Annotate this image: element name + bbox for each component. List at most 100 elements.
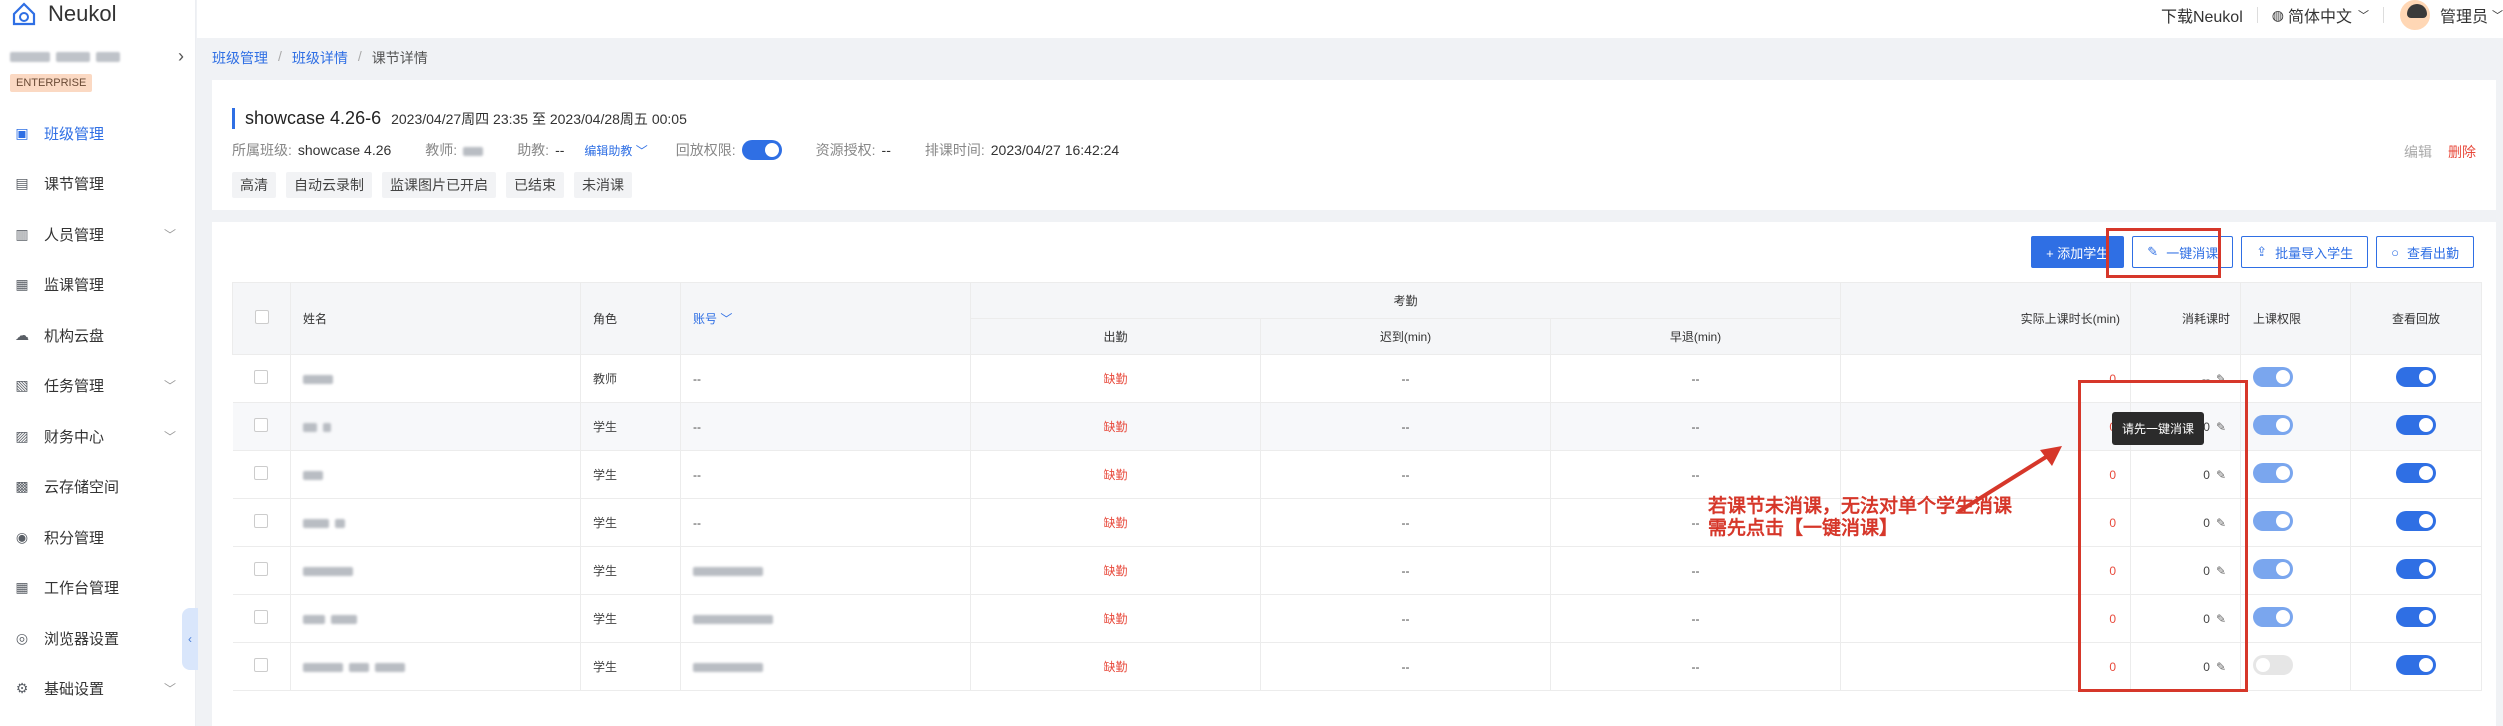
sidebar-item[interactable]: ▣ 班级管理 — [0, 108, 196, 159]
select-all-checkbox[interactable] — [254, 310, 269, 324]
role: 教师 — [593, 372, 618, 386]
sidebar-item[interactable]: ▥ 人员管理 ﹀ — [0, 209, 196, 260]
storage-icon: ▩ — [15, 478, 29, 495]
row-checkbox[interactable] — [254, 658, 269, 672]
role: 学生 — [593, 516, 618, 530]
name-redacted — [303, 566, 353, 576]
sidebar-item[interactable]: ▧ 任务管理 ﹀ — [0, 361, 196, 412]
breadcrumb-current: 课节详情 — [371, 50, 428, 66]
schedule-value: 2023/04/27 16:42:24 — [990, 142, 1120, 158]
chevron-down-icon: ﹀ — [163, 682, 176, 697]
chevron-down-icon: ﹀ — [163, 227, 176, 242]
late-min: -- — [1401, 515, 1410, 530]
early-min: -- — [1691, 515, 1700, 530]
account: -- — [693, 371, 701, 386]
view-playback-toggle[interactable] — [2396, 655, 2436, 675]
class-permission-toggle[interactable] — [2253, 367, 2293, 387]
cloud-icon: ☁ — [15, 326, 29, 343]
col-view-playback: 查看回放 — [2350, 282, 2482, 355]
breadcrumb-class-management[interactable]: 班级管理 — [212, 48, 268, 68]
language-select[interactable]: 简体中文 — [2288, 3, 2352, 27]
batch-import-button[interactable]: ⇪ 批量导入学生 — [2241, 236, 2369, 268]
late-min: -- — [1401, 467, 1410, 482]
sidebar: Neukol › ENTERPRISE ▣ 班级管理 ▤ 课节管理 ▥ 人员管理 ﹀ ▦ 监课管… — [0, 0, 198, 726]
account-redacted — [693, 614, 773, 624]
row-checkbox[interactable] — [254, 610, 269, 624]
sidebar-item[interactable]: ▤ 课节管理 — [0, 159, 196, 210]
class-permission-toggle[interactable] — [2253, 463, 2293, 483]
schedule-label: 排课时间: — [924, 142, 985, 158]
select-all-header — [232, 282, 291, 355]
lesson-time: 2023/04/27周四 23:35 至 2023/04/28周五 00:05 — [391, 111, 687, 127]
task-icon: ▧ — [15, 377, 29, 394]
sidebar-item[interactable]: ☁ 机构云盘 — [0, 310, 196, 361]
account: -- — [693, 515, 701, 530]
role: 学生 — [593, 612, 618, 626]
role: 学生 — [593, 564, 618, 578]
attend-status: 缺勤 — [1103, 612, 1128, 626]
sidebar-item-label: 机构云盘 — [44, 327, 105, 345]
lesson-title: showcase 4.26-6 — [245, 108, 382, 128]
col-account[interactable]: 账号 ﹀ — [680, 282, 971, 355]
playback-toggle[interactable] — [741, 140, 782, 160]
class-permission-toggle[interactable] — [2253, 607, 2293, 627]
view-attendance-button[interactable]: ○ 查看出勤 — [2376, 236, 2474, 268]
sidebar-item[interactable]: ⚙ 基础设置 ﹀ — [0, 664, 196, 715]
sidebar-item[interactable]: ▦ 工作台管理 — [0, 563, 196, 614]
sidebar-item-label: 工作台管理 — [44, 580, 120, 598]
chevron-down-icon: ﹀ — [163, 429, 176, 444]
sidebar-item-label: 财务中心 — [44, 428, 105, 446]
row-checkbox[interactable] — [254, 514, 269, 528]
row-checkbox[interactable] — [254, 370, 269, 384]
late-min: -- — [1401, 563, 1410, 578]
attend-status: 缺勤 — [1103, 372, 1128, 386]
delete-button[interactable]: 删除 — [2448, 142, 2476, 162]
sidebar-item[interactable]: ▨ 财务中心 ﹀ — [0, 411, 196, 462]
view-playback-toggle[interactable] — [2396, 463, 2436, 483]
name-redacted — [303, 518, 329, 528]
name-redacted — [331, 614, 357, 624]
app-name: Neukol — [48, 1, 117, 26]
sidebar-item-label: 积分管理 — [44, 529, 105, 547]
early-min: -- — [1691, 563, 1700, 578]
edit-button[interactable]: 编辑 — [2404, 142, 2432, 162]
breadcrumb-class-detail[interactable]: 班级详情 — [292, 48, 348, 68]
view-playback-toggle[interactable] — [2396, 607, 2436, 627]
chevron-down-icon: ﹀ — [163, 379, 176, 394]
tag: 自动云录制 — [286, 172, 372, 198]
view-playback-toggle[interactable] — [2396, 415, 2436, 435]
late-min: -- — [1401, 419, 1410, 434]
view-playback-toggle[interactable] — [2396, 367, 2436, 387]
sidebar-item-label: 基础设置 — [44, 681, 105, 699]
breadcrumb: 班级管理 / 班级详情 / 课节详情 — [212, 48, 428, 68]
late-min: -- — [1401, 659, 1410, 674]
row-checkbox[interactable] — [254, 466, 269, 480]
sidebar-item[interactable]: ◉ 积分管理 — [0, 512, 196, 563]
sidebar-item[interactable]: ▦ 监课管理 — [0, 260, 196, 311]
logo[interactable]: Neukol — [10, 0, 116, 28]
playback-label: 回放权限: — [675, 142, 736, 158]
class-permission-toggle[interactable] — [2253, 655, 2293, 675]
download-link[interactable]: 下载Neukol — [2161, 3, 2243, 27]
class-permission-toggle[interactable] — [2253, 415, 2293, 435]
org-name-redacted — [96, 52, 120, 62]
org-switcher[interactable]: › — [10, 46, 190, 68]
row-checkbox[interactable] — [254, 418, 269, 432]
col-attendance-group: 考勤 — [970, 282, 1841, 319]
finance-icon: ▨ — [15, 427, 29, 444]
sidebar-item[interactable]: ◎ 浏览器设置 — [0, 613, 196, 664]
user-menu[interactable]: 管理员 — [2440, 3, 2488, 27]
collapse-sidebar-button[interactable]: ‹ — [182, 608, 198, 670]
edit-assistant-link[interactable]: 编辑助教 ﹀ — [584, 142, 647, 159]
annotation-text: 若课节未消课，无法对单个学生消课 需先点击【一键消课】 — [1708, 496, 2012, 540]
avatar[interactable] — [2397, 0, 2432, 32]
class-value: showcase 4.26 — [297, 142, 392, 158]
sidebar-item[interactable]: ▩ 云存储空间 — [0, 462, 196, 513]
view-playback-toggle[interactable] — [2396, 559, 2436, 579]
class-permission-toggle[interactable] — [2253, 511, 2293, 531]
class-permission-toggle[interactable] — [2253, 559, 2293, 579]
name-redacted — [335, 518, 345, 528]
lesson-icon: ▤ — [15, 175, 29, 192]
row-checkbox[interactable] — [254, 562, 269, 576]
view-playback-toggle[interactable] — [2396, 511, 2436, 531]
